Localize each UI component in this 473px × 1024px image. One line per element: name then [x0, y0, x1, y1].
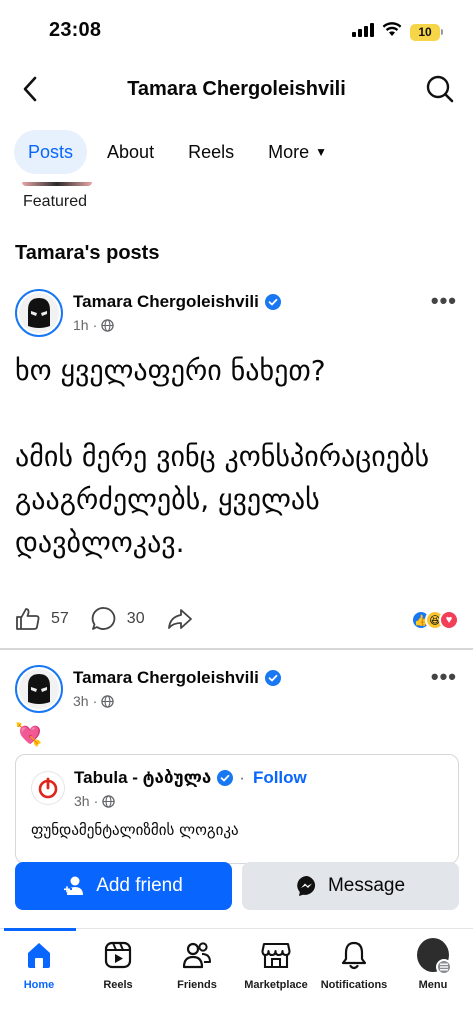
bell-icon — [338, 939, 370, 971]
tab-label: Reels — [188, 141, 235, 162]
marketplace-icon — [260, 939, 292, 971]
shared-meta: 3h · — [74, 793, 115, 809]
shared-author: Tabula - ტაბულა · Follow — [74, 768, 307, 788]
signal-icon — [352, 22, 374, 42]
featured-label[interactable]: Featured — [23, 193, 87, 211]
verified-badge-icon — [264, 294, 281, 310]
love-reaction-icon: ♥ — [439, 610, 459, 630]
posts-heading: Tamara's posts — [15, 242, 160, 264]
globe-icon — [102, 794, 115, 808]
nav-label: Home — [23, 979, 55, 991]
post-time: 3h — [73, 693, 89, 709]
shared-post-card[interactable]: Tabula - ტაბულა · Follow 3h · ფუნდამენტა… — [15, 754, 459, 864]
author-name: Tamara Chergoleishvili — [73, 292, 259, 311]
tab-reels[interactable]: Reels — [174, 130, 248, 174]
page-title: Tamara Chergoleishvili — [127, 78, 346, 100]
masked-face-avatar-icon — [28, 674, 50, 704]
featured-thumbnail[interactable] — [22, 182, 92, 186]
nav-label: Notifications — [320, 979, 388, 991]
hamburger-icon — [436, 959, 452, 975]
nav-notifications[interactable]: Notifications — [314, 939, 394, 991]
post-actions: 57 30 — [15, 606, 215, 632]
message-button[interactable]: Message — [242, 862, 459, 910]
more-options-icon[interactable]: ••• — [431, 664, 457, 690]
tab-label: About — [107, 141, 155, 162]
nav-marketplace[interactable]: Marketplace — [236, 939, 316, 991]
profile-tabs: Posts About Reels More ▼ — [14, 130, 347, 174]
status-icons: 10 — [352, 22, 443, 42]
add-friend-button[interactable]: Add friend — [15, 862, 232, 910]
post-author[interactable]: Tamara Chergoleishvili — [73, 668, 281, 688]
menu-avatar — [417, 938, 452, 975]
verified-badge-icon — [264, 670, 281, 686]
more-options-icon[interactable]: ••• — [431, 288, 457, 314]
post-emoji: 💘 — [15, 722, 43, 747]
comment-count: 30 — [126, 610, 145, 627]
verified-badge-icon — [217, 770, 234, 786]
post-divider — [0, 648, 473, 650]
globe-icon — [101, 694, 114, 708]
messenger-icon — [297, 875, 315, 896]
masked-face-avatar-icon — [28, 298, 50, 328]
search-icon — [426, 75, 454, 103]
bottom-navigation: Home Reels Friends Marketplace Notificat… — [0, 928, 473, 1024]
post-text: ხო ყველაფერი ნახეთ? ამის მერე ვინც კონსპ… — [15, 354, 430, 559]
post-meta: 3h · — [73, 693, 114, 709]
wifi-icon — [382, 22, 402, 42]
post-time: 1h — [73, 317, 89, 333]
tab-posts[interactable]: Posts — [14, 130, 88, 174]
share-arrow-icon — [167, 609, 192, 629]
comment-bubble-icon — [91, 607, 116, 630]
follow-link[interactable]: Follow — [253, 768, 307, 788]
nav-label: Menu — [418, 979, 448, 991]
tab-label: Posts — [28, 141, 74, 162]
shared-text: ფუნდამენტალიზმის ლოგიკა — [31, 821, 239, 839]
tabula-logo-icon — [31, 771, 65, 805]
message-label: Message — [327, 875, 406, 896]
post-author[interactable]: Tamara Chergoleishvili — [73, 292, 281, 312]
comment-button[interactable]: 30 — [91, 606, 145, 632]
profile-header: Tamara Chergoleishvili — [0, 62, 473, 118]
status-bar: 23:08 10 — [0, 0, 473, 62]
battery-level: 10 — [410, 23, 440, 41]
reels-icon — [102, 939, 134, 971]
caret-down-icon: ▼ — [315, 145, 328, 159]
nav-label: Reels — [103, 979, 133, 991]
profile-action-buttons: Add friend Message — [15, 862, 459, 910]
nav-label: Friends — [177, 979, 217, 991]
like-button[interactable]: 57 — [15, 607, 69, 631]
nav-reels[interactable]: Reels — [78, 939, 158, 991]
avatar[interactable] — [15, 289, 63, 337]
share-button[interactable] — [167, 608, 193, 630]
post-meta: 1h · — [73, 317, 114, 333]
shared-author-name[interactable]: Tabula - ტაბულა — [74, 768, 211, 788]
nav-menu[interactable]: Menu — [393, 938, 473, 991]
like-count: 57 — [51, 610, 69, 627]
author-name: Tamara Chergoleishvili — [73, 668, 259, 687]
status-time: 23:08 — [49, 19, 102, 41]
active-tab-indicator — [4, 928, 76, 931]
tab-label: More — [268, 141, 310, 162]
battery-icon: 10 — [410, 23, 443, 41]
tab-about[interactable]: About — [93, 130, 168, 174]
search-button[interactable] — [423, 72, 457, 106]
tab-more[interactable]: More ▼ — [254, 130, 341, 174]
home-icon — [23, 939, 55, 971]
globe-icon — [101, 318, 114, 332]
nav-label: Marketplace — [244, 979, 308, 991]
shared-time: 3h — [74, 793, 90, 809]
nav-home[interactable]: Home — [0, 939, 79, 991]
avatar[interactable] — [15, 665, 63, 713]
add-friend-label: Add friend — [96, 875, 183, 896]
friends-icon — [181, 939, 213, 971]
reaction-summary[interactable]: 👍 😆 ♥ — [411, 610, 459, 630]
nav-friends[interactable]: Friends — [157, 939, 237, 991]
thumbs-up-icon — [16, 608, 40, 630]
add-person-icon — [64, 876, 84, 895]
